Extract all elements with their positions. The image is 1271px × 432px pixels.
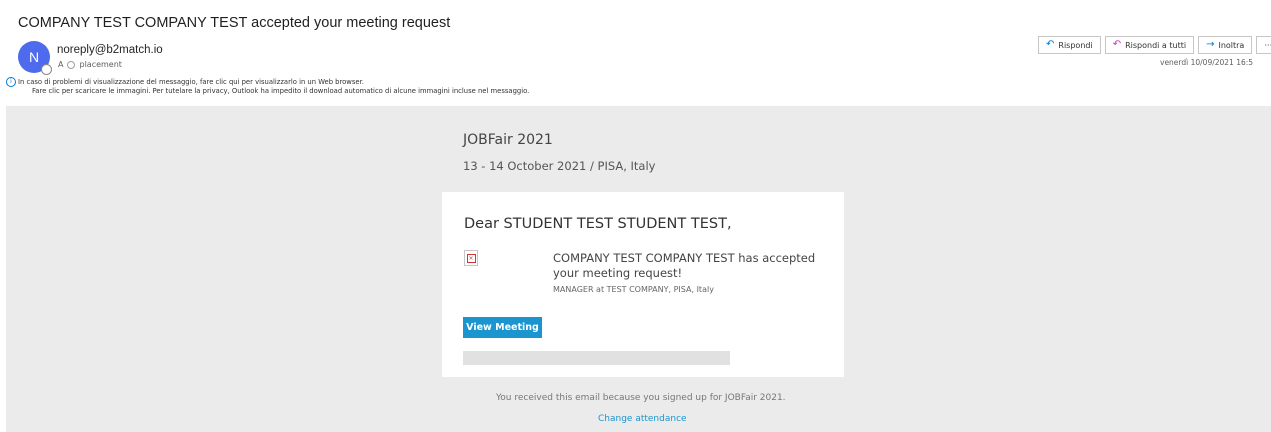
message-actions: ↶ Rispondi ↶ Rispondi a tutti → Inoltra …	[1038, 36, 1271, 54]
presence-icon	[41, 64, 52, 75]
received-date: venerdì 10/09/2021 16:5	[1160, 58, 1254, 67]
reply-all-button[interactable]: ↶ Rispondi a tutti	[1104, 36, 1195, 54]
forward-label: Inoltra	[1218, 40, 1245, 50]
to-prefix: A	[58, 60, 64, 69]
greeting: Dear STUDENT TEST STUDENT TEST,	[464, 216, 732, 232]
sender-avatar[interactable]: N	[18, 41, 52, 75]
view-meeting-button[interactable]: View Meeting	[463, 317, 542, 338]
broken-image-icon: ×	[466, 253, 476, 263]
info-line-2[interactable]: Fare clic per scaricare le immagini. Per…	[6, 87, 529, 96]
accept-message: COMPANY TEST COMPANY TEST has accepted y…	[553, 251, 816, 280]
recipient-name[interactable]: placement	[79, 60, 121, 69]
info-bar[interactable]: i In caso di problemi di visualizzazione …	[6, 77, 529, 96]
event-date: 13 - 14 October 2021 / PISA, Italy	[463, 159, 656, 173]
company-logo-placeholder[interactable]: ×	[464, 250, 478, 266]
contact-role: MANAGER at TEST COMPANY, PISA, Italy	[553, 285, 714, 294]
reply-button[interactable]: ↶ Rispondi	[1038, 36, 1101, 54]
email-subject: COMPANY TEST COMPANY TEST accepted your …	[18, 15, 451, 31]
more-icon: ···	[1264, 40, 1271, 50]
email-body: JOBFair 2021 13 - 14 October 2021 / PISA…	[6, 106, 1271, 432]
forward-button[interactable]: → Inoltra	[1198, 36, 1253, 54]
sender-address[interactable]: noreply@b2match.io	[57, 44, 163, 56]
reply-all-icon: ↶	[1112, 39, 1122, 50]
reply-all-label: Rispondi a tutti	[1125, 40, 1187, 50]
change-attendance-link[interactable]: Change attendance	[598, 414, 687, 424]
blocked-image-placeholder	[463, 351, 730, 365]
info-icon: i	[6, 77, 16, 87]
info-line-1[interactable]: i In caso di problemi di visualizzazione …	[6, 77, 529, 87]
forward-icon: →	[1206, 39, 1215, 50]
footer-note: You received this email because you sign…	[496, 393, 786, 403]
recipient-line: A placement	[58, 60, 122, 69]
reply-label: Rispondi	[1058, 40, 1093, 50]
avatar-initial: N	[28, 49, 40, 65]
recipient-presence-icon	[67, 60, 76, 69]
more-actions-button[interactable]: ···	[1256, 36, 1271, 54]
event-title: JOBFair 2021	[463, 132, 553, 148]
info-text-1[interactable]: In caso di problemi di visualizzazione d…	[18, 78, 364, 86]
reply-icon: ↶	[1046, 39, 1055, 50]
message-card: Dear STUDENT TEST STUDENT TEST, × COMPAN…	[442, 192, 844, 377]
